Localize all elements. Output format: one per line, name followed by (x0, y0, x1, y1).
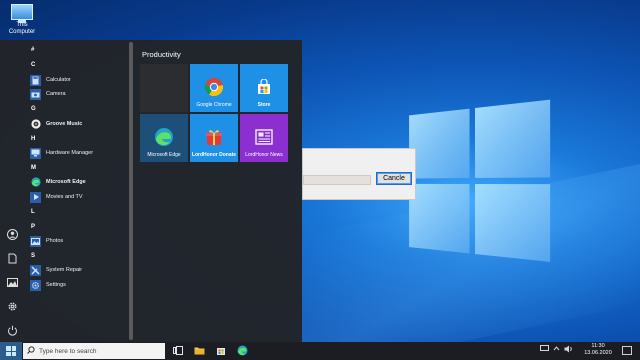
section-header-hash[interactable]: # (31, 47, 34, 53)
desktop-icon-label: This Computer (8, 22, 36, 35)
section-header-l[interactable]: L (31, 209, 35, 215)
app-label: Movies and TV (46, 194, 83, 200)
edge-icon (30, 177, 41, 188)
tile-lordhonor-donate[interactable]: LordHonor Donate (190, 114, 238, 162)
app-photos[interactable]: Photos (30, 234, 63, 248)
tile-group-title[interactable]: Productivity (142, 50, 181, 59)
taskbar-edge[interactable] (234, 344, 250, 358)
section-header-c[interactable]: C (31, 62, 35, 68)
folder-icon (194, 346, 205, 357)
app-label: Photos (46, 238, 64, 244)
search-placeholder: Type here to search (39, 347, 97, 355)
app-settings[interactable]: Settings (30, 278, 66, 292)
app-system-repair[interactable]: System Repair (30, 263, 82, 277)
tile-google-chrome[interactable]: Google Chrome (190, 64, 238, 112)
background-dialog: Cancle (302, 148, 416, 200)
start-menu: # C Calculator Camera G Groove Music H H… (0, 40, 302, 342)
app-camera[interactable]: Camera (30, 87, 66, 101)
tile-label: Store (257, 102, 271, 108)
desktop-icon-this-computer[interactable]: This Computer (4, 4, 40, 36)
taskbar-store[interactable] (213, 344, 229, 358)
search-box[interactable]: Type here to search (23, 343, 165, 359)
app-label: Settings (46, 282, 66, 288)
app-list-scrollbar[interactable] (129, 42, 133, 340)
section-header-g[interactable]: G (31, 106, 36, 112)
tile-area: Productivity Google Chrome Store Microso… (138, 40, 302, 342)
computer-icon (11, 4, 33, 23)
tile-empty (140, 64, 188, 112)
gear-icon[interactable] (6, 300, 18, 312)
taskbar-file-explorer[interactable] (191, 344, 207, 358)
edge-icon (237, 345, 248, 358)
dialog-progress-field (303, 175, 371, 185)
power-icon[interactable] (6, 324, 18, 336)
camera-icon (30, 88, 41, 100)
tile-store[interactable]: Store (240, 64, 288, 112)
wallpaper-windows-logo (409, 99, 557, 267)
app-movies-and-tv[interactable]: Movies and TV (30, 190, 83, 204)
tile-microsoft-edge[interactable]: Microsoft Edge (140, 114, 188, 162)
tile-lordhonor-news[interactable]: LordHonor News (240, 114, 288, 162)
app-label: Hardware Manager (46, 150, 94, 156)
user-account-icon[interactable] (6, 228, 18, 240)
notification-icon[interactable] (622, 346, 632, 355)
chrome-icon (204, 77, 224, 97)
tile-label: LordHonor Donate (191, 152, 237, 158)
app-label: System Repair (46, 267, 83, 273)
app-list: # C Calculator Camera G Groove Music H H… (24, 40, 128, 342)
system-clock[interactable]: 11:30 13.06.2020 (578, 343, 618, 357)
start-rail (0, 40, 24, 342)
section-header-h[interactable]: H (31, 136, 35, 142)
store-bag-icon (216, 345, 226, 357)
chevron-up-icon[interactable] (553, 345, 560, 354)
gift-icon (204, 127, 224, 147)
volume-icon[interactable] (564, 345, 573, 355)
edge-icon (154, 127, 174, 147)
cancel-button[interactable]: Cancle (376, 172, 412, 185)
movie-icon (30, 191, 41, 203)
start-button[interactable] (0, 342, 22, 360)
section-header-s[interactable]: S (31, 253, 35, 259)
music-icon (30, 119, 41, 130)
app-calculator[interactable]: Calculator (30, 73, 71, 87)
photos-icon (30, 235, 41, 247)
newspaper-icon (254, 127, 274, 147)
tile-label: Microsoft Edge (147, 152, 181, 158)
tile-label: LordHonor News (245, 152, 283, 158)
app-microsoft-edge[interactable]: Microsoft Edge (30, 175, 86, 189)
app-hardware-manager[interactable]: Hardware Manager (30, 146, 93, 160)
app-label: Microsoft Edge (46, 179, 86, 185)
app-label: Calculator (46, 77, 71, 83)
taskbar: Type here to search 11:30 13.06.2020 (0, 342, 640, 360)
section-header-m[interactable]: M (31, 165, 36, 171)
search-icon (23, 346, 39, 356)
documents-icon[interactable] (6, 252, 18, 264)
task-view-button[interactable] (170, 344, 186, 358)
task-view-icon (173, 345, 183, 357)
clock-time: 11:30 (591, 343, 605, 349)
repair-icon (30, 264, 41, 276)
hardware-icon (30, 147, 41, 159)
app-groove-music[interactable]: Groove Music (30, 117, 82, 131)
settings-icon (30, 279, 41, 291)
app-label: Camera (46, 91, 66, 97)
section-header-p[interactable]: P (31, 224, 35, 230)
store-bag-icon (254, 77, 274, 97)
calculator-icon (30, 74, 41, 86)
app-label: Groove Music (46, 121, 83, 127)
windows-icon (6, 346, 16, 356)
tile-label: Google Chrome (196, 102, 232, 108)
clock-date: 13.06.2020 (584, 350, 612, 356)
network-icon[interactable] (540, 345, 549, 354)
pictures-icon[interactable] (6, 276, 18, 288)
